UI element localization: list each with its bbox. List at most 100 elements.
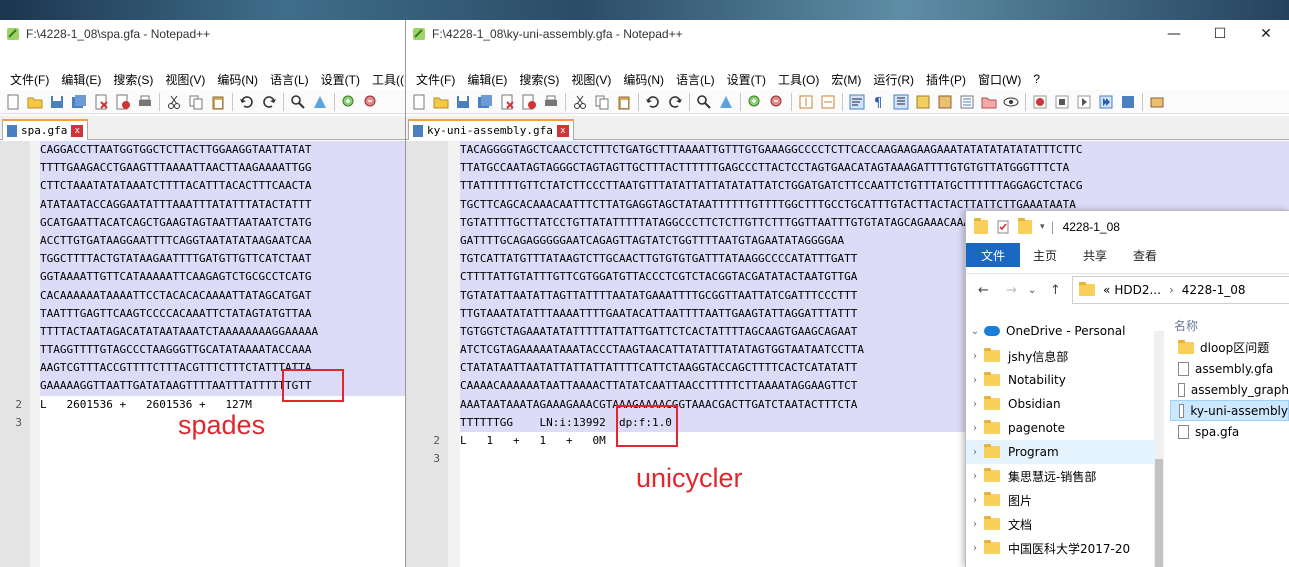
expand-chevron-icon[interactable]: ⌄ [966, 326, 984, 337]
close-button[interactable]: ✕ [1243, 20, 1289, 48]
up-arrow-icon[interactable]: ↑ [1050, 283, 1061, 298]
run-multiple-icon[interactable] [1097, 93, 1115, 111]
expand-chevron-icon[interactable]: › [966, 351, 984, 362]
nav-item[interactable]: › 中国医科大学2017-20 [966, 536, 1164, 560]
menu-item[interactable]: 编辑(E) [461, 71, 513, 88]
expand-chevron-icon[interactable]: › [966, 447, 984, 458]
breadcrumb-current[interactable]: 4228-1_08 [1182, 283, 1246, 297]
save-icon[interactable] [454, 93, 472, 111]
nav-item[interactable]: › Program [966, 440, 1164, 464]
maximize-button[interactable]: ☐ [1197, 20, 1243, 48]
tab-close-button[interactable]: x [71, 124, 84, 137]
file-item[interactable]: assembly.gfa [1170, 358, 1289, 379]
zoom-out-icon[interactable] [362, 93, 380, 111]
monitoring-icon[interactable] [1002, 93, 1020, 111]
save-all-icon[interactable] [70, 93, 88, 111]
spell-check-icon[interactable] [1148, 93, 1166, 111]
copy-icon[interactable] [187, 93, 205, 111]
file-item[interactable]: ky-uni-assembly [1170, 400, 1289, 421]
replace-icon[interactable] [717, 93, 735, 111]
word-wrap-icon[interactable] [848, 93, 866, 111]
close-file-icon[interactable] [92, 93, 110, 111]
tab-spa-gfa[interactable]: spa.gfa x [2, 119, 89, 140]
nav-item[interactable]: › jshy信息部 [966, 344, 1164, 368]
menu-item[interactable]: 设置(T) [315, 71, 366, 88]
address-bar[interactable]: « HDD2... › 4228-1_08 [1072, 276, 1289, 304]
ribbon-tab-file[interactable]: 文件 [966, 243, 1020, 267]
column-header-name[interactable]: 名称 [1170, 315, 1289, 337]
replace-icon[interactable] [311, 93, 329, 111]
qat-dropdown-icon[interactable]: ▾ [1040, 222, 1045, 232]
menu-item[interactable]: 工具(O) [772, 71, 825, 88]
tab-ky-uni-assembly[interactable]: ky-uni-assembly.gfa x [408, 119, 574, 140]
menu-item[interactable]: 宏(M) [825, 71, 867, 88]
expand-chevron-icon[interactable]: › [966, 543, 984, 554]
close-all-icon[interactable] [114, 93, 132, 111]
nav-item[interactable]: › 文档 [966, 512, 1164, 536]
zoom-out-icon[interactable] [768, 93, 786, 111]
expand-chevron-icon[interactable]: › [966, 519, 984, 530]
doc-map-icon[interactable] [936, 93, 954, 111]
open-file-icon[interactable] [432, 93, 450, 111]
find-icon[interactable] [289, 93, 307, 111]
menu-item[interactable]: 工具(( [366, 71, 405, 88]
new-file-icon[interactable] [410, 93, 428, 111]
nav-item[interactable]: › 图片 [966, 488, 1164, 512]
nav-item[interactable]: ⌄ OneDrive - Personal [966, 319, 1164, 343]
cut-icon[interactable] [165, 93, 183, 111]
tab-close-button[interactable]: x [556, 124, 569, 137]
find-icon[interactable] [695, 93, 713, 111]
nav-item[interactable]: › pagenote [966, 416, 1164, 440]
redo-icon[interactable] [666, 93, 684, 111]
ribbon-tab-home[interactable]: 主页 [1020, 247, 1070, 264]
menu-item[interactable]: 语言(L) [670, 71, 721, 88]
nav-item[interactable]: › Obsidian [966, 392, 1164, 416]
sync-horizontal-icon[interactable] [819, 93, 837, 111]
menu-item[interactable]: 窗口(W) [972, 71, 1027, 88]
copy-icon[interactable] [593, 93, 611, 111]
menu-item[interactable]: 编辑(E) [55, 71, 107, 88]
title-bar[interactable]: F:\4228-1_08\spa.gfa - Notepad++ [0, 20, 405, 48]
ribbon-tab-share[interactable]: 共享 [1070, 247, 1120, 264]
file-item[interactable]: dloop区问题 [1170, 337, 1289, 358]
folder-workspace-icon[interactable] [980, 93, 998, 111]
file-item[interactable]: assembly_graph [1170, 379, 1289, 400]
indent-guide-icon[interactable] [892, 93, 910, 111]
menu-item[interactable]: 编码(N) [211, 71, 264, 88]
expand-chevron-icon[interactable]: › [966, 471, 984, 482]
code-area[interactable]: CAGGACCTTAATGGTGGCTCTTACTTGGAAGGTAATTATA… [40, 141, 405, 432]
menu-item[interactable]: 视图(V) [159, 71, 211, 88]
menu-item[interactable]: ? [1027, 72, 1046, 86]
zoom-in-icon[interactable] [340, 93, 358, 111]
undo-icon[interactable] [238, 93, 256, 111]
forward-arrow-icon[interactable]: → [1006, 283, 1017, 298]
cut-icon[interactable] [571, 93, 589, 111]
print-icon[interactable] [136, 93, 154, 111]
ribbon-tab-view[interactable]: 查看 [1120, 247, 1170, 264]
save-macro-icon[interactable] [1119, 93, 1137, 111]
navigation-scrollbar[interactable] [1154, 331, 1164, 567]
open-file-icon[interactable] [26, 93, 44, 111]
nav-item[interactable]: › Notability [966, 368, 1164, 392]
sync-vertical-icon[interactable] [797, 93, 815, 111]
print-icon[interactable] [542, 93, 560, 111]
back-arrow-icon[interactable]: ← [978, 283, 989, 298]
breadcrumb-overflow[interactable]: « [1103, 283, 1110, 297]
close-file-icon[interactable] [498, 93, 516, 111]
menu-item[interactable]: 编码(N) [617, 71, 670, 88]
save-icon[interactable] [48, 93, 66, 111]
define-language-icon[interactable] [914, 93, 932, 111]
properties-icon[interactable] [996, 220, 1010, 234]
paste-icon[interactable] [209, 93, 227, 111]
zoom-in-icon[interactable] [746, 93, 764, 111]
new-file-icon[interactable] [4, 93, 22, 111]
function-list-icon[interactable] [958, 93, 976, 111]
menu-item[interactable]: 文件(F) [410, 71, 461, 88]
breadcrumb-hdd2[interactable]: HDD2... [1114, 283, 1161, 297]
expand-chevron-icon[interactable]: › [966, 375, 984, 386]
nav-item[interactable]: › 集思慧远-销售部 [966, 464, 1164, 488]
menu-item[interactable]: 插件(P) [920, 71, 972, 88]
playback-icon[interactable] [1075, 93, 1093, 111]
scrollbar-thumb[interactable] [1155, 459, 1163, 567]
save-all-icon[interactable] [476, 93, 494, 111]
